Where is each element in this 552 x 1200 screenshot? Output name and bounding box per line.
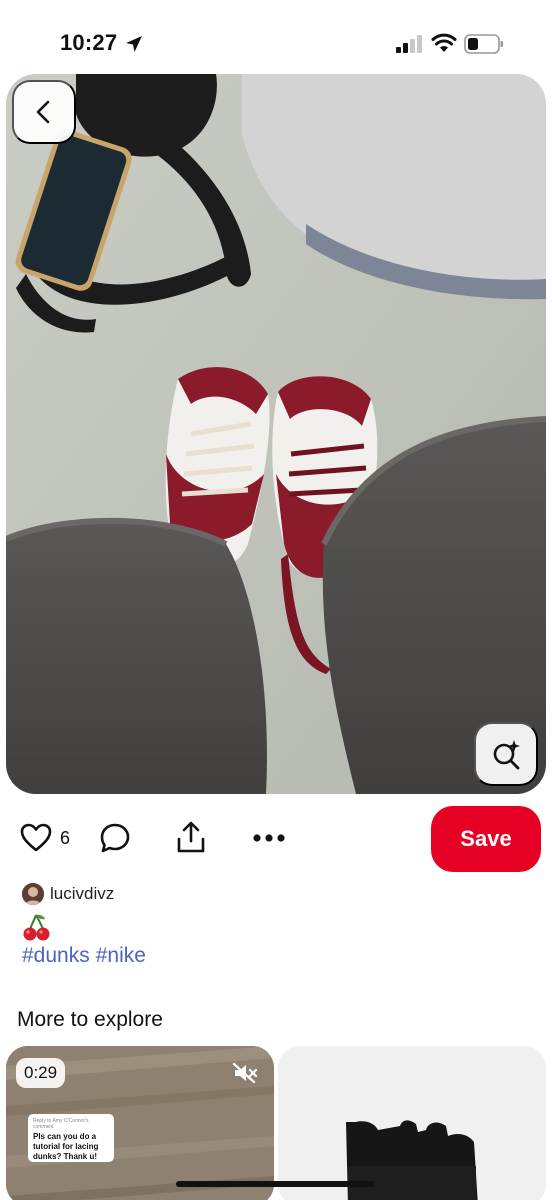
- status-time: 10:27: [60, 30, 118, 55]
- back-button[interactable]: [12, 80, 76, 144]
- pin-action-bar: 6 Save: [0, 806, 552, 872]
- save-button[interactable]: Save: [431, 806, 541, 872]
- location-arrow-icon: [126, 36, 142, 52]
- cellular-signal-icon: [396, 35, 422, 53]
- comment-reply-card: Reply to Amy O'Connor's comment Pls can …: [28, 1114, 114, 1162]
- avatar[interactable]: [22, 883, 44, 905]
- hashtag-nike[interactable]: #nike: [96, 944, 146, 967]
- boots-thumbnail: [278, 1046, 546, 1200]
- pin-image[interactable]: [6, 74, 546, 794]
- like-count: 6: [60, 828, 71, 848]
- mute-icon[interactable]: [232, 1062, 258, 1084]
- status-bar: 10:27: [0, 0, 552, 74]
- explore-card[interactable]: 0:29 Reply to Amy O'Connor's comment Pls…: [6, 1046, 274, 1200]
- share-icon[interactable]: [176, 820, 206, 854]
- hashtags: #dunks #nike: [22, 944, 152, 968]
- creator-name[interactable]: lucivdivz: [50, 884, 114, 904]
- home-indicator: [176, 1181, 374, 1187]
- comment-text: Pls can you do a tutorial for lacing dun…: [33, 1132, 99, 1161]
- wifi-icon: [431, 33, 457, 52]
- explore-card[interactable]: [278, 1046, 546, 1200]
- sneakers-photo: [6, 74, 546, 794]
- comment-bubble-icon[interactable]: [100, 822, 130, 854]
- hashtag-dunks[interactable]: #dunks: [22, 944, 90, 967]
- visual-search-sparkle-icon: [493, 740, 520, 770]
- visual-search-button[interactable]: [474, 722, 538, 786]
- more-to-explore-heading: More to explore: [17, 1008, 163, 1031]
- video-duration-badge: 0:29: [16, 1058, 66, 1088]
- comment-meta: Reply to Amy O'Connor's comment: [33, 1118, 89, 1130]
- battery-icon: [464, 34, 503, 54]
- avatar-image: [22, 883, 44, 905]
- creator-row[interactable]: lucivdivz: [22, 882, 114, 906]
- cherry-emoji: [22, 912, 52, 942]
- chevron-left-icon: [36, 100, 50, 124]
- heart-icon[interactable]: [20, 822, 52, 854]
- ellipsis-icon[interactable]: [252, 832, 286, 844]
